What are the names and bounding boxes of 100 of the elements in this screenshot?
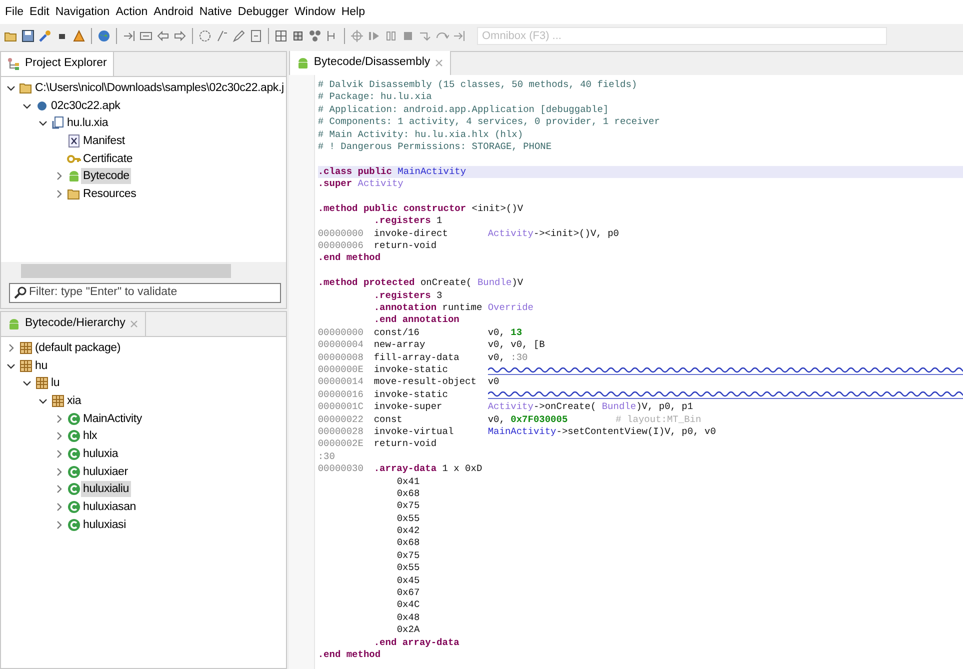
- code-address: 00000000: [318, 326, 364, 340]
- tree-item[interactable]: huluxiaer: [81, 464, 130, 480]
- nodes-icon[interactable]: [308, 29, 322, 43]
- class-icon: [67, 429, 81, 444]
- android-icon: [7, 317, 21, 331]
- omnibox-field[interactable]: Omnibox (F3) ...: [477, 27, 887, 45]
- tree-item[interactable]: C:\Users\nicol\Downloads\samples\02c30c22.apk.j: [33, 80, 286, 96]
- number-literal: 13: [510, 326, 522, 340]
- code-address: 00000030: [318, 463, 364, 476]
- tree-item[interactable]: Manifest: [81, 132, 127, 149]
- pencil-icon[interactable]: [232, 29, 246, 43]
- code-text: v0, v0, [B: [488, 339, 545, 352]
- code-text: v0: [488, 376, 500, 389]
- grid-icon[interactable]: [274, 29, 288, 43]
- code-text: 1: [436, 215, 442, 228]
- code-text: 0x68: [396, 488, 420, 500]
- keyword: .end method: [318, 648, 381, 662]
- scrollbar-thumb[interactable]: [21, 264, 231, 278]
- menu-item[interactable]: Android: [150, 2, 196, 22]
- step-icon[interactable]: [122, 29, 136, 43]
- globe-icon[interactable]: [97, 29, 111, 43]
- tree-item[interactable]: huluxialiu: [81, 481, 131, 498]
- wrench-icon[interactable]: [38, 29, 52, 43]
- menu-item[interactable]: Action: [112, 2, 151, 22]
- disassembly-tab[interactable]: Bytecode/Disassembly: [290, 51, 452, 75]
- tree-item[interactable]: Bytecode: [81, 168, 132, 184]
- code-text: v0,: [488, 414, 505, 426]
- code-text: 0x48: [396, 612, 420, 624]
- folder-icon: [67, 186, 81, 201]
- code-text: 0x41: [396, 476, 420, 488]
- jump-icon[interactable]: [139, 29, 153, 43]
- keyword: .array-data: [374, 463, 437, 476]
- code-text: runtime: [442, 302, 482, 314]
- keyword: .registers: [374, 215, 431, 228]
- type-name: Bundle: [477, 277, 512, 290]
- instruction: invoke-direct: [374, 228, 449, 240]
- code-text: <init>()V: [472, 202, 524, 216]
- code-text: 0x45: [396, 574, 420, 588]
- type-name: Override: [488, 302, 534, 314]
- tree-item[interactable]: Certificate: [81, 150, 135, 167]
- menu-item[interactable]: Window: [291, 2, 338, 22]
- instruction: invoke-virtual: [374, 426, 455, 438]
- package-icon: [19, 340, 33, 355]
- menu-item[interactable]: File: [2, 2, 27, 22]
- code-text: v0,: [488, 352, 505, 364]
- tree-item[interactable]: hu: [33, 358, 50, 374]
- play-icon[interactable]: [367, 29, 381, 43]
- step-out-icon[interactable]: [452, 29, 466, 43]
- grid-icon[interactable]: [291, 29, 305, 43]
- tree-item[interactable]: xia: [65, 392, 84, 409]
- number-literal: 0x7F030005: [510, 414, 568, 426]
- android-icon: [67, 169, 81, 184]
- tree-item[interactable]: lu: [49, 375, 62, 392]
- close-icon[interactable]: [434, 58, 444, 68]
- tree-icon: [7, 57, 21, 71]
- type-name: Activity: [488, 401, 534, 414]
- tree-item[interactable]: huluxia: [81, 446, 120, 462]
- package-icon: [19, 358, 33, 373]
- menu-item[interactable]: Help: [338, 2, 368, 22]
- menu-item[interactable]: Debugger: [234, 2, 292, 22]
- class-icon: [67, 412, 81, 426]
- code-text: 0x68: [396, 537, 420, 550]
- save-icon[interactable]: [21, 29, 35, 43]
- package-icon: [35, 376, 49, 390]
- warning-icon[interactable]: [72, 29, 86, 43]
- code-editor[interactable]: [288, 75, 963, 669]
- tree-item[interactable]: MainActivity: [81, 410, 144, 427]
- type-name: Activity: [488, 228, 534, 240]
- code-address: 0000002E: [318, 438, 364, 451]
- tree-item[interactable]: Resources: [81, 186, 138, 202]
- tree-item[interactable]: 02c30c22.apk: [49, 98, 122, 114]
- keyword: .registers: [374, 290, 431, 302]
- code-text: ->setContentView(I)V, p0, v0: [556, 426, 716, 438]
- tree-item[interactable]: huluxiasan: [81, 499, 138, 516]
- stop-icon[interactable]: [401, 29, 415, 43]
- tree-item[interactable]: (default package): [33, 340, 122, 356]
- code-address: 0000000E: [318, 364, 364, 376]
- android-icon: [296, 56, 310, 70]
- menu-item[interactable]: Native: [196, 2, 235, 22]
- code-text: 3: [436, 290, 442, 302]
- tree-item[interactable]: hu.lu.xia: [65, 115, 110, 132]
- class-icon: [67, 500, 81, 514]
- class-name: MainActivity: [488, 426, 556, 438]
- keyword: .method public constructor: [318, 202, 466, 216]
- menu-item[interactable]: Navigation: [52, 2, 113, 22]
- forward-icon[interactable]: [173, 29, 187, 43]
- page-icon[interactable]: [249, 29, 263, 43]
- filter-field[interactable]: Filter: type "Enter" to validate: [9, 283, 281, 303]
- code-text: 0x4C: [396, 599, 420, 612]
- code-address: 00000004: [318, 339, 364, 352]
- project-explorer-tab[interactable]: Project Explorer: [1, 52, 114, 76]
- keyword: .end array-data: [374, 636, 460, 649]
- code-text: ->onCreate(: [533, 401, 596, 414]
- code-text: 0x55: [396, 512, 420, 526]
- class-icon: [67, 482, 81, 496]
- tree-item[interactable]: huluxiasi: [81, 516, 128, 533]
- back-icon[interactable]: [156, 29, 170, 43]
- menu-item[interactable]: Edit: [26, 2, 52, 22]
- tree-item[interactable]: hlx: [81, 428, 100, 444]
- pause-icon[interactable]: [384, 29, 398, 43]
